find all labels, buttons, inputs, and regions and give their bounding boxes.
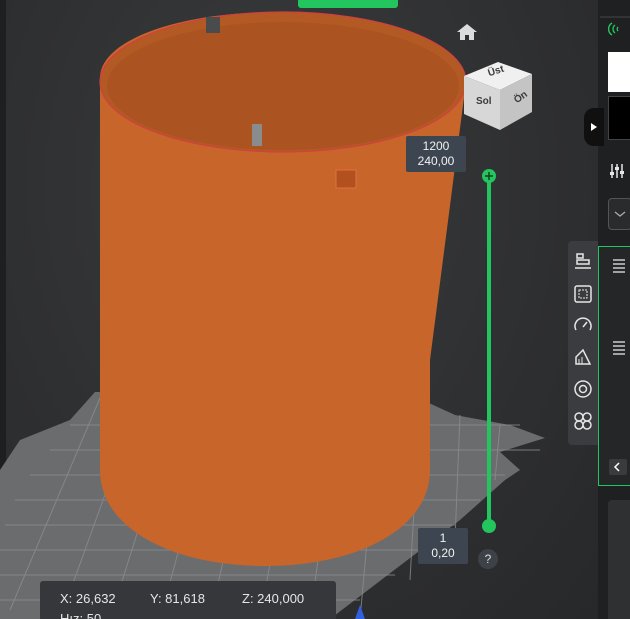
object-list-panel [598, 246, 630, 486]
sliders-icon[interactable] [608, 162, 626, 180]
3d-viewport[interactable]: Üst Sol Ön 1200 240,00 1 0,20 ? X: 26,63… [0, 0, 598, 619]
top-layer-height: 240,00 [417, 154, 455, 168]
coordinate-readout: X: 26,632 Y: 81,618 Z: 240,000 Hız: 50 [40, 581, 336, 619]
speed-readout: Hız: 50 [60, 611, 102, 619]
home-icon[interactable] [456, 22, 478, 42]
object-list-icon[interactable] [611, 339, 627, 357]
cube-face-left[interactable]: Sol [476, 96, 492, 107]
axis-marker [355, 605, 365, 619]
scroll-left-button[interactable] [609, 459, 627, 475]
coord-x: X: 26,632 [60, 591, 116, 606]
sidebar-divider [600, 16, 630, 18]
seam-icon[interactable] [572, 378, 594, 400]
preset-dropdown[interactable] [608, 198, 630, 230]
bottom-layer-label: 1 0,20 [418, 528, 468, 564]
bottom-layer-number: 1 [439, 531, 447, 545]
bottom-layer-handle[interactable] [482, 519, 496, 533]
top-layer-number: 1200 [422, 139, 450, 153]
support-icon[interactable] [572, 345, 594, 367]
right-sidebar [584, 0, 630, 619]
view-navigation-cube[interactable]: Üst Sol Ön [462, 54, 536, 132]
bottom-layer-height: 0,20 [431, 546, 455, 560]
speed-icon[interactable] [572, 315, 594, 337]
view-toolbar [568, 241, 598, 445]
coord-z: Z: 240,000 [242, 591, 305, 606]
coord-y: Y: 81,618 [150, 591, 205, 606]
plate-list-icon[interactable] [611, 257, 627, 275]
filament-color-swatch[interactable] [608, 52, 630, 92]
top-layer-label: 1200 240,00 [406, 136, 466, 172]
wifi-icon[interactable] [606, 20, 624, 38]
printed-model[interactable] [99, 11, 467, 566]
filament-color-swatch-2[interactable] [608, 96, 630, 140]
arrange-icon[interactable] [572, 251, 594, 273]
panel-collapse-button[interactable] [584, 108, 604, 146]
orient-icon[interactable] [572, 283, 594, 305]
variable-layer-icon[interactable] [572, 410, 594, 432]
help-button[interactable]: ? [478, 549, 498, 569]
sidebar-lower-panel [608, 500, 630, 619]
